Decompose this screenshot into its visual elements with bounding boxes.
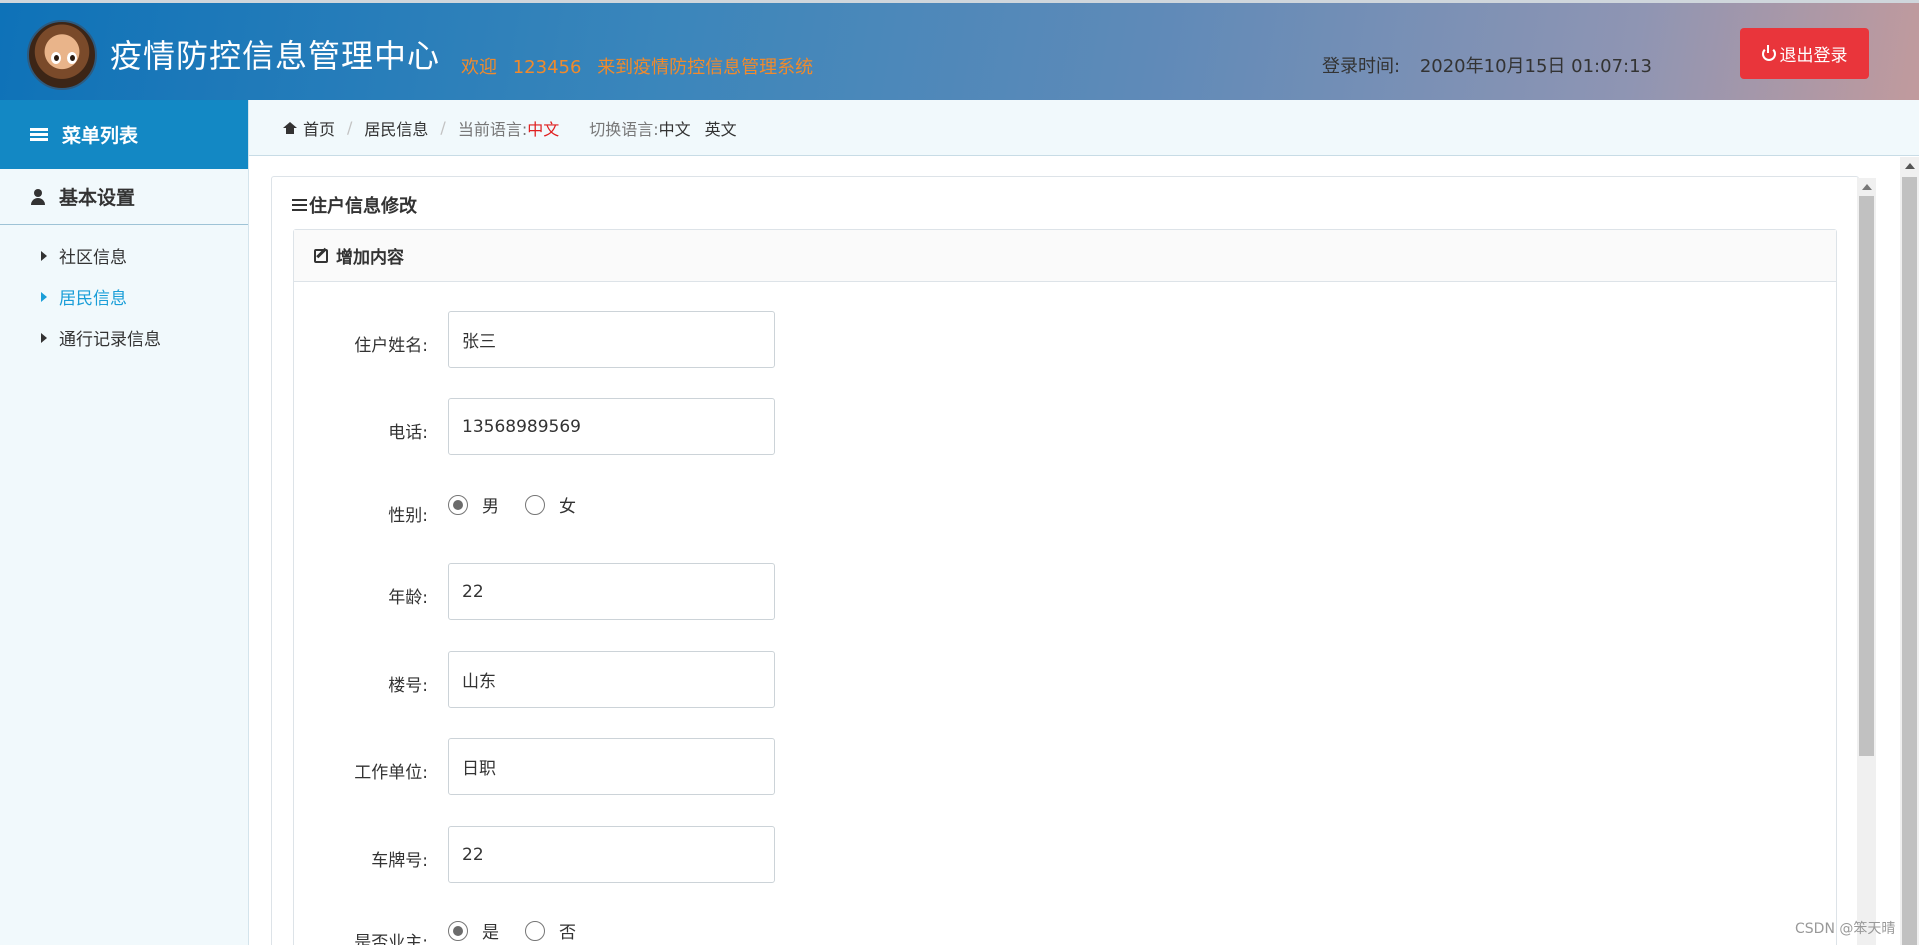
sidebar-menu-header: 菜单列表 <box>0 100 248 169</box>
gender-label: 性别: <box>388 506 428 526</box>
sidebar-items: 社区信息 居民信息 通行记录信息 <box>0 225 248 358</box>
logout-button[interactable]: 退出登录 <box>1740 28 1869 79</box>
radio-label: 是 <box>482 923 499 943</box>
power-icon <box>1761 44 1776 61</box>
radio-label: 男 <box>482 497 499 517</box>
breadcrumb-separator: / <box>347 118 353 137</box>
caret-right-icon <box>41 332 47 343</box>
switch-language-chinese[interactable]: 中文 <box>659 116 691 140</box>
building-label: 楼号: <box>388 676 428 696</box>
owner-radio-no[interactable]: 否 <box>525 918 576 943</box>
radio-label: 否 <box>559 923 576 943</box>
section-title: 增加内容 <box>336 248 404 268</box>
gender-radio-male[interactable]: 男 <box>448 492 499 517</box>
owner-radio-yes[interactable]: 是 <box>448 918 499 943</box>
home-icon <box>283 121 297 134</box>
welcome-username: 123456 <box>512 57 582 78</box>
page-scrollbar[interactable] <box>1900 157 1919 945</box>
work-label: 工作单位: <box>354 763 428 783</box>
scroll-up-icon[interactable] <box>1905 163 1915 169</box>
scroll-up-icon[interactable] <box>1862 184 1872 190</box>
phone-input[interactable] <box>448 398 775 455</box>
sidebar-item-label: 居民信息 <box>59 289 127 309</box>
radio-unchecked-icon <box>525 494 545 515</box>
name-label: 住户姓名: <box>354 336 428 356</box>
plate-label: 车牌号: <box>371 851 428 871</box>
scrollbar-thumb[interactable] <box>1859 196 1874 756</box>
sidebar-item-residents[interactable]: 居民信息 <box>0 276 248 317</box>
current-language-label: 当前语言: <box>457 119 528 139</box>
phone-label: 电话: <box>388 423 428 443</box>
caret-right-icon <box>41 291 47 302</box>
current-language-value: 中文 <box>527 119 560 139</box>
breadcrumb-home[interactable]: 首页 <box>303 116 335 140</box>
avatar <box>27 20 97 90</box>
sidebar-item-access-records[interactable]: 通行记录信息 <box>0 317 248 358</box>
work-input[interactable] <box>448 738 775 795</box>
radio-unchecked-icon <box>525 920 545 941</box>
breadcrumb-separator: / <box>440 118 446 137</box>
building-input[interactable] <box>448 651 775 708</box>
login-time-value: 2020年10月15日 01:07:13 <box>1419 56 1652 77</box>
panel-title: 住户信息修改 <box>292 192 417 218</box>
switch-language-label: 切换语言: <box>589 119 659 139</box>
form-section-header: 增加内容 <box>294 230 1836 282</box>
panel-scrollbar[interactable] <box>1857 178 1876 945</box>
bars-icon <box>292 199 307 211</box>
watermark: CSDN @笨天晴 <box>1795 921 1896 937</box>
login-time: 登录时间: 2020年10月15日 01:07:13 <box>1322 52 1652 78</box>
gender-radio-female[interactable]: 女 <box>525 492 576 517</box>
app-header: 疫情防控信息管理中心 欢迎 123456 来到疫情防控信息管理系统 登录时间: … <box>0 0 1919 100</box>
switch-language-english[interactable]: 英文 <box>705 116 737 140</box>
radio-checked-icon <box>448 494 468 515</box>
name-input[interactable] <box>448 311 775 368</box>
radio-checked-icon <box>448 920 468 941</box>
welcome-prefix: 欢迎 <box>461 57 497 78</box>
edit-panel: 住户信息修改 增加内容 住户姓名: 电话: 性别: 男 <box>271 176 1859 945</box>
sidebar-item-community[interactable]: 社区信息 <box>0 235 248 276</box>
list-icon <box>30 127 48 142</box>
owner-radio-group: 是 否 <box>448 918 602 943</box>
sidebar-group-basic-settings[interactable]: 基本设置 <box>0 169 248 225</box>
radio-label: 女 <box>559 497 576 517</box>
owner-label: 是否业主: <box>354 933 428 945</box>
main-content: 住户信息修改 增加内容 住户姓名: 电话: 性别: 男 <box>249 157 1889 945</box>
sidebar: 菜单列表 基本设置 社区信息 居民信息 通行记录信息 <box>0 100 249 945</box>
panel-title-text: 住户信息修改 <box>309 196 417 217</box>
welcome-suffix: 来到疫情防控信息管理系统 <box>597 57 814 78</box>
user-icon <box>31 188 45 205</box>
breadcrumb-current: 居民信息 <box>364 119 429 139</box>
caret-right-icon <box>41 250 47 261</box>
login-time-label: 登录时间: <box>1322 56 1401 77</box>
gender-radio-group: 男 女 <box>448 492 602 517</box>
age-label: 年龄: <box>388 588 428 608</box>
welcome-message: 欢迎 123456 来到疫情防控信息管理系统 <box>461 53 823 79</box>
breadcrumb: 首页 / 居民信息 / 当前语言: 中文 切换语言: 中文 英文 <box>249 100 1919 156</box>
edit-icon <box>314 248 328 263</box>
plate-input[interactable] <box>448 826 775 883</box>
form-section: 增加内容 住户姓名: 电话: 性别: 男 <box>293 229 1837 945</box>
scrollbar-thumb[interactable] <box>1902 177 1917 945</box>
app-title: 疫情防控信息管理中心 <box>110 37 441 75</box>
logout-label: 退出登录 <box>1779 46 1848 66</box>
avatar-eye-right <box>67 52 77 64</box>
sidebar-item-label: 社区信息 <box>59 248 127 268</box>
group-title: 基本设置 <box>59 187 136 209</box>
menu-title: 菜单列表 <box>62 125 139 147</box>
avatar-eye-left <box>51 52 61 64</box>
age-input[interactable] <box>448 563 775 620</box>
sidebar-item-label: 通行记录信息 <box>59 330 161 350</box>
